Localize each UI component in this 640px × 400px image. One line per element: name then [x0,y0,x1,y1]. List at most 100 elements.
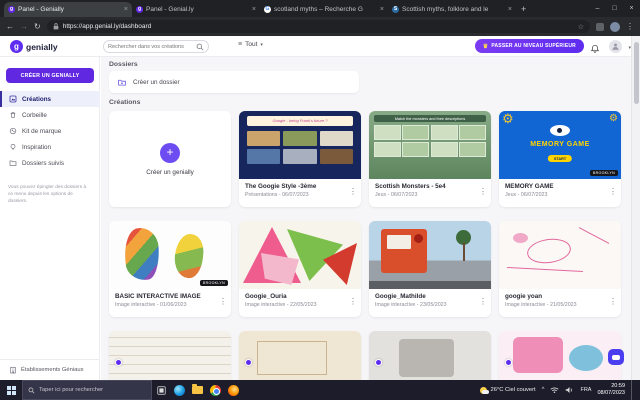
sidebar-item-followed-folders[interactable]: Dossiers suivis [0,155,100,171]
window-maximize-button[interactable]: □ [606,0,623,17]
creation-meta: Image interactive - 21/05/2023 [505,302,607,308]
browser-profile-avatar[interactable] [610,22,620,32]
creation-meta: Jeux - 06/07/2023 [375,192,477,198]
bookmark-star-icon[interactable]: ☆ [578,23,584,31]
sidebar-item-inspiration[interactable]: Inspiration [0,139,100,155]
upgrade-label: PASSER AU NIVEAU SUPÉRIEUR [491,43,576,49]
app-header: g genially ≡ Tout ▾ ♛ PASSER AU NIVEAU S… [0,36,640,57]
creation-card-googie-ouria[interactable]: Googie_Ouria Image interactive - 22/05/2… [239,221,361,317]
sidebar-item-brand-kit[interactable]: Kit de marque [0,123,100,139]
creation-title: Googie_Ouria [245,293,347,300]
folders-heading: Dossiers [109,61,138,68]
sidebar-item-label: Corbeille [22,112,47,119]
creation-card-scottish-monsters[interactable]: Match the monsters and their description… [369,111,491,207]
forward-icon[interactable]: → [20,22,28,31]
card-menu-icon[interactable]: ⋮ [219,297,227,306]
windows-taskbar: Taper ici pour rechercher 26°C Ciel couv… [0,380,640,400]
browser-tab-panel[interactable]: g Panel - Genially × [4,2,132,17]
interactive-marker[interactable] [115,359,122,366]
page-scrollbar[interactable] [631,36,640,380]
scrollbar-thumb[interactable] [634,42,639,104]
start-button[interactable] [0,386,22,395]
create-genially-button[interactable]: CRÉER UN GENIALLY [6,68,94,83]
address-bar[interactable]: https://app.genial.ly/dashboard ☆ [47,20,590,33]
taskbar-search[interactable]: Taper ici pour rechercher [22,380,152,400]
sidebar-item-trash[interactable]: Corbeille [0,107,100,123]
taskbar-app-firefox[interactable] [224,385,242,396]
creation-title: googie yoan [505,293,607,300]
filter-dropdown[interactable]: ≡ Tout ▾ [238,41,263,48]
chrome-icon [210,385,221,396]
interactive-marker[interactable] [505,359,512,366]
creation-card-partial[interactable] [369,331,491,380]
creation-meta: Image interactive - 22/05/2023 [245,302,347,308]
user-avatar[interactable] [609,40,622,53]
creation-card-googie-yoan[interactable]: googie yoan Image interactive - 21/05/20… [499,221,621,317]
show-desktop-button[interactable] [631,380,636,400]
volume-icon[interactable] [565,386,574,394]
interactive-marker[interactable] [245,359,252,366]
window-minimize-button[interactable]: – [589,0,606,17]
interactive-marker[interactable] [375,359,382,366]
card-menu-icon[interactable]: ⋮ [349,297,357,306]
desktop: g Panel - Genially × g Panel - Genial.ly… [0,0,640,400]
tab-close-icon[interactable]: × [252,6,256,13]
create-genially-label: Créer un genially [146,169,194,176]
tab-close-icon[interactable]: × [508,6,512,13]
new-tab-button[interactable]: + [521,2,526,17]
taskbar-weather[interactable]: 26°C Ciel couvert [480,387,535,394]
creation-thumbnail: BROOKLYN [109,221,231,289]
lightbulb-icon [9,143,17,151]
card-menu-icon[interactable]: ⋮ [349,187,357,196]
dashboard-content: Dossiers Créer un dossier Créations + Cr… [101,57,631,380]
sidebar-item-creations[interactable]: Créations [0,91,100,107]
create-folder-button[interactable]: Créer un dossier [109,71,359,93]
browser-tab-panel-2[interactable]: g Panel - Genial.ly × [132,2,260,17]
card-menu-icon[interactable]: ⋮ [609,297,617,306]
search-icon [196,43,204,51]
edge-icon [174,385,185,396]
creation-card-googie-mathilde[interactable]: Googie_Mathilde Image interactive - 23/0… [369,221,491,317]
browser-menu-icon[interactable]: ⋮ [626,22,634,31]
creations-search[interactable] [103,40,209,53]
creation-card-basic-interactive-image[interactable]: BROOKLYN BASIC INTERACTIVE IMAGE Image i… [109,221,231,317]
genially-logo-mark: g [10,40,23,53]
genially-logo[interactable]: g genially [10,40,58,53]
creation-card-googie-style[interactable]: Googie - being Frank's future ? The Goog… [239,111,361,207]
tray-chevron-up-icon[interactable]: ^ [542,387,545,393]
task-view-button[interactable] [152,386,170,395]
creation-meta: Jeux - 06/07/2023 [505,192,607,198]
browser-tab-search[interactable]: G scotland myths – Recherche G × [260,2,388,17]
tab-title: Panel - Genially [18,6,121,13]
taskbar-app-edge[interactable] [170,385,188,396]
back-icon[interactable]: ← [6,22,14,31]
site-favicon: S [392,6,399,13]
create-genially-tile[interactable]: + Créer un genially [109,111,231,207]
wifi-icon[interactable] [550,386,559,394]
window-close-button[interactable]: × [623,0,640,17]
card-menu-icon[interactable]: ⋮ [479,187,487,196]
search-input[interactable] [108,44,196,50]
chat-widget-button[interactable] [608,349,624,365]
sidebar-item-establishments[interactable]: Établissements Géniaux [0,359,100,374]
creation-card-memory-game[interactable]: ⚙ ⚙ MEMORY GAME START BROOKLYN MEMORY GA… [499,111,621,207]
browser-tab-myths[interactable]: S Scottish myths, folklore and le × [388,2,516,17]
task-view-icon [157,386,166,395]
sidebar-item-label: Dossiers suivis [22,160,64,167]
extensions-icon[interactable] [596,23,604,31]
tab-close-icon[interactable]: × [380,6,384,13]
creation-card-partial[interactable] [499,331,621,380]
taskbar-app-explorer[interactable] [188,386,206,394]
file-explorer-icon [192,386,203,394]
language-indicator[interactable]: FRA [580,387,591,393]
tab-close-icon[interactable]: × [124,6,128,13]
taskbar-clock[interactable]: 20:59 08/07/2023 [597,383,625,397]
refresh-icon[interactable]: ↻ [34,22,41,31]
creation-card-partial[interactable] [109,331,231,380]
creations-heading: Créations [109,99,140,106]
taskbar-app-chrome[interactable] [206,385,224,396]
card-menu-icon[interactable]: ⋮ [609,187,617,196]
upgrade-button[interactable]: ♛ PASSER AU NIVEAU SUPÉRIEUR [475,39,584,53]
card-menu-icon[interactable]: ⋮ [479,297,487,306]
creation-card-partial[interactable] [239,331,361,380]
